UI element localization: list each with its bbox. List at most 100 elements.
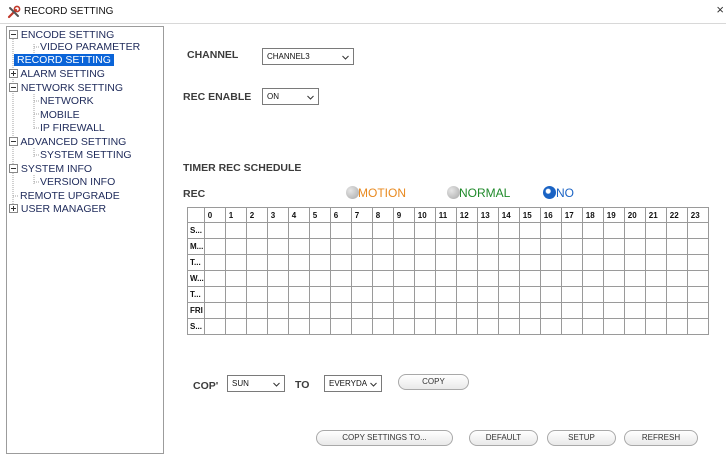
schedule-cell[interactable] <box>266 270 289 287</box>
schedule-cell[interactable] <box>308 286 331 303</box>
schedule-cell[interactable] <box>203 318 226 335</box>
tree-item-record-setting[interactable]: RECORD SETTING <box>14 54 114 66</box>
schedule-cell[interactable] <box>287 318 310 335</box>
schedule-cell[interactable] <box>518 254 541 271</box>
schedule-cell[interactable] <box>665 254 688 271</box>
schedule-cell[interactable] <box>266 222 289 239</box>
schedule-cell[interactable] <box>497 238 520 255</box>
schedule-cell[interactable] <box>665 222 688 239</box>
schedule-cell[interactable] <box>266 254 289 271</box>
copy-from-select[interactable]: SUN <box>227 375 285 392</box>
schedule-cell[interactable] <box>476 286 499 303</box>
schedule-cell[interactable] <box>560 222 583 239</box>
schedule-cell[interactable] <box>413 254 436 271</box>
schedule-cell[interactable] <box>371 302 394 319</box>
schedule-cell[interactable] <box>224 318 247 335</box>
schedule-cell[interactable] <box>623 302 646 319</box>
schedule-cell[interactable] <box>623 254 646 271</box>
schedule-cell[interactable] <box>644 238 667 255</box>
schedule-cell[interactable] <box>539 254 562 271</box>
setup-button[interactable]: SETUP <box>547 430 616 446</box>
collapse-icon[interactable] <box>9 164 18 173</box>
schedule-cell[interactable] <box>581 286 604 303</box>
schedule-cell[interactable] <box>329 286 352 303</box>
schedule-cell[interactable] <box>203 222 226 239</box>
schedule-cell[interactable] <box>455 270 478 287</box>
schedule-cell[interactable] <box>434 238 457 255</box>
schedule-cell[interactable] <box>308 270 331 287</box>
schedule-cell[interactable] <box>665 302 688 319</box>
schedule-cell[interactable] <box>602 318 625 335</box>
collapse-icon[interactable] <box>9 137 18 146</box>
tree-item-encode-setting[interactable]: ENCODE SETTING <box>9 29 114 41</box>
schedule-cell[interactable] <box>518 302 541 319</box>
schedule-cell[interactable] <box>644 254 667 271</box>
schedule-cell[interactable] <box>392 302 415 319</box>
schedule-cell[interactable] <box>392 318 415 335</box>
schedule-grid[interactable]: 0 1 2 3 4 5 6 7 8 9 10 11 12 13 14 15 16 17 18 19 20 21 22 23 S.… <box>187 207 709 335</box>
schedule-cell[interactable] <box>350 318 373 335</box>
schedule-cell[interactable] <box>455 302 478 319</box>
schedule-cell[interactable] <box>602 238 625 255</box>
schedule-cell[interactable] <box>329 318 352 335</box>
schedule-cell[interactable] <box>287 270 310 287</box>
schedule-cell[interactable] <box>413 238 436 255</box>
schedule-cell[interactable] <box>434 318 457 335</box>
tree-item-network-setting[interactable]: NETWORK SETTING <box>9 82 123 94</box>
schedule-cell[interactable] <box>497 254 520 271</box>
schedule-cell[interactable] <box>518 318 541 335</box>
schedule-cell[interactable] <box>602 254 625 271</box>
schedule-cell[interactable] <box>686 318 709 335</box>
tree-item-ip-firewall[interactable]: IP FIREWALL <box>40 122 105 134</box>
collapse-icon[interactable] <box>9 83 18 92</box>
schedule-cell[interactable] <box>203 286 226 303</box>
schedule-cell[interactable] <box>287 286 310 303</box>
schedule-cell[interactable] <box>497 318 520 335</box>
schedule-cell[interactable] <box>350 254 373 271</box>
schedule-cell[interactable] <box>476 254 499 271</box>
default-button[interactable]: DEFAULT <box>469 430 538 446</box>
expand-icon[interactable] <box>9 69 18 78</box>
schedule-cell[interactable] <box>623 286 646 303</box>
schedule-cell[interactable] <box>644 318 667 335</box>
schedule-cell[interactable] <box>308 254 331 271</box>
tree-item-alarm-setting[interactable]: ALARM SETTING <box>9 68 105 80</box>
schedule-cell[interactable] <box>371 318 394 335</box>
schedule-cell[interactable] <box>644 286 667 303</box>
schedule-cell[interactable] <box>413 318 436 335</box>
schedule-cell[interactable] <box>266 318 289 335</box>
schedule-cell[interactable] <box>560 254 583 271</box>
schedule-cell[interactable] <box>539 302 562 319</box>
schedule-cell[interactable] <box>224 302 247 319</box>
schedule-cell[interactable] <box>539 270 562 287</box>
schedule-cell[interactable] <box>497 302 520 319</box>
schedule-cell[interactable] <box>476 318 499 335</box>
schedule-cell[interactable] <box>371 270 394 287</box>
schedule-cell[interactable] <box>266 302 289 319</box>
schedule-cell[interactable] <box>539 318 562 335</box>
schedule-cell[interactable] <box>644 302 667 319</box>
schedule-cell[interactable] <box>245 222 268 239</box>
tree-item-video-parameter[interactable]: VIDEO PARAMETER <box>40 41 140 53</box>
tree-item-system-setting[interactable]: SYSTEM SETTING <box>40 149 132 161</box>
schedule-cell[interactable] <box>539 238 562 255</box>
schedule-cell[interactable] <box>224 286 247 303</box>
schedule-cell[interactable] <box>413 270 436 287</box>
schedule-cell[interactable] <box>266 238 289 255</box>
schedule-cell[interactable] <box>308 238 331 255</box>
schedule-cell[interactable] <box>581 270 604 287</box>
tree-item-mobile[interactable]: MOBILE <box>40 109 80 121</box>
copy-settings-to-button[interactable]: COPY SETTINGS TO... <box>316 430 453 446</box>
schedule-cell[interactable] <box>203 254 226 271</box>
schedule-cell[interactable] <box>413 286 436 303</box>
schedule-cell[interactable] <box>644 222 667 239</box>
schedule-cell[interactable] <box>560 270 583 287</box>
schedule-cell[interactable] <box>371 222 394 239</box>
schedule-cell[interactable] <box>581 222 604 239</box>
schedule-cell[interactable] <box>308 318 331 335</box>
schedule-cell[interactable] <box>665 270 688 287</box>
collapse-icon[interactable] <box>9 30 18 39</box>
schedule-cell[interactable] <box>434 270 457 287</box>
schedule-cell[interactable] <box>434 222 457 239</box>
schedule-cell[interactable] <box>539 286 562 303</box>
